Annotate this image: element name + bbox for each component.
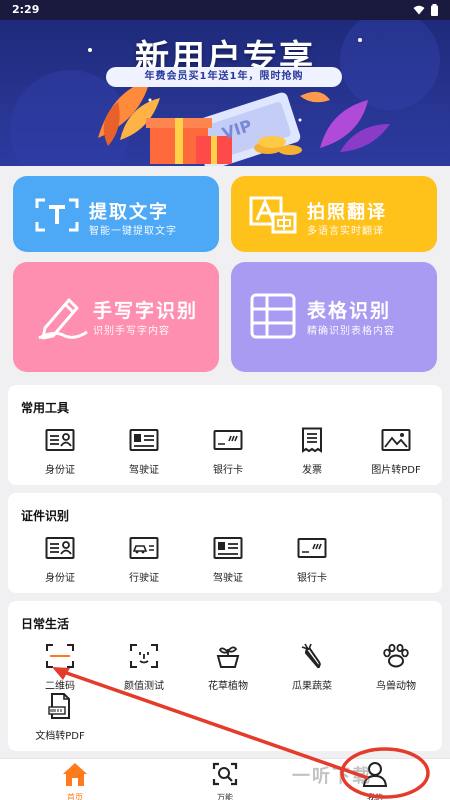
potted-plant-icon [216, 646, 240, 668]
tool-invoice[interactable]: 发票 [270, 427, 354, 476]
table-icon [250, 293, 296, 339]
section-title: 常用工具 [21, 401, 70, 415]
tool-id-card[interactable]: 身份证 [18, 427, 102, 476]
scan-frame-icon [46, 644, 74, 668]
tool-animals[interactable]: 鸟兽动物 [354, 643, 438, 692]
bottom-navigation: 首页 万能 我的 [0, 758, 450, 800]
nav-home[interactable]: 首页 [35, 761, 115, 800]
tool-label: 银行卡 [213, 465, 243, 476]
status-icons [413, 4, 438, 16]
pen-icon [38, 298, 88, 340]
banner-subtitle: 年费会员买1年送1年，限时抢购 [106, 67, 342, 87]
text-extract-icon [35, 198, 79, 232]
nav-label: 首页 [67, 793, 83, 800]
face-scan-icon [130, 644, 158, 668]
pdf-document-icon [48, 693, 70, 719]
tool-label: 驾驶证 [129, 465, 159, 476]
card-handwriting[interactable]: 手写字识别 识别手写字内容 [13, 262, 219, 372]
carrot-icon [301, 643, 321, 669]
tool-label: 颜值测试 [124, 681, 164, 692]
tool-bank-card[interactable]: 银行卡 [270, 535, 354, 584]
tool-label: 身份证 [45, 465, 75, 476]
vehicle-license-icon [129, 537, 159, 559]
nav-universal[interactable]: 万能 [185, 761, 265, 800]
tool-fruits-vegetables[interactable]: 瓜果蔬菜 [270, 643, 354, 692]
section-title: 证件识别 [21, 509, 70, 523]
tool-label: 身份证 [45, 573, 75, 584]
tool-label: 花草植物 [208, 681, 248, 692]
card-title: 提取文字 [89, 202, 169, 223]
tool-driver-license[interactable]: 驾驶证 [186, 535, 270, 584]
bank-card-icon [213, 430, 243, 450]
tool-label: 驾驶证 [213, 573, 243, 584]
bank-card-icon [297, 538, 327, 558]
card-subtitle: 精确识别表格内容 [307, 326, 395, 337]
invoice-icon [302, 427, 322, 453]
tool-vehicle-license[interactable]: 行驶证 [102, 535, 186, 584]
tool-label: 鸟兽动物 [376, 681, 416, 692]
tool-label: 图片转PDF [371, 465, 421, 476]
card-subtitle: 识别手写字内容 [93, 326, 170, 337]
tool-label: 行驶证 [129, 573, 159, 584]
wifi-icon [413, 5, 425, 15]
status-time: 2:29 [12, 3, 40, 16]
watermark: 一听下载 [292, 766, 372, 787]
tool-image-to-pdf[interactable]: 图片转PDF [354, 427, 438, 476]
card-extract-text[interactable]: 提取文字 智能一键提取文字 [13, 176, 219, 252]
nav-label: 我的 [367, 793, 383, 800]
nav-label: 万能 [217, 793, 233, 800]
promo-banner[interactable]: 新用户专享 年费会员买1年送1年，限时抢购 VIP [0, 20, 450, 166]
scan-icon [212, 762, 238, 786]
section-title: 日常生活 [21, 617, 70, 631]
tool-driver-license[interactable]: 驾驶证 [102, 427, 186, 476]
card-subtitle: 多语言实时翻译 [307, 226, 384, 237]
tool-label: 文档转PDF [35, 731, 85, 742]
card-title: 拍照翻译 [307, 202, 387, 223]
card-photo-translate[interactable]: 拍照翻译 多语言实时翻译 [231, 176, 437, 252]
photo-translate-icon [249, 196, 297, 234]
card-title: 手写字识别 [93, 300, 199, 322]
card-table-recognition[interactable]: 表格识别 精确识别表格内容 [231, 262, 437, 372]
driver-license-icon [129, 429, 159, 451]
tool-plants[interactable]: 花草植物 [186, 643, 270, 692]
id-card-icon [45, 429, 75, 451]
status-bar: 2:29 [0, 0, 450, 20]
id-card-icon [45, 537, 75, 559]
tool-bank-card[interactable]: 银行卡 [186, 427, 270, 476]
home-icon [63, 763, 87, 786]
tool-label: 发票 [302, 465, 322, 476]
tool-id-card[interactable]: 身份证 [18, 535, 102, 584]
tool-face-score[interactable]: 颜值测试 [102, 643, 186, 692]
section-common-tools: 常用工具 身份证 驾驶证 银行卡 发票 图片转PDF [8, 385, 442, 485]
card-title: 表格识别 [307, 300, 392, 322]
tool-label: 银行卡 [297, 573, 327, 584]
tool-qr-code[interactable]: 二维码 [18, 643, 102, 692]
card-subtitle: 智能一键提取文字 [89, 226, 177, 237]
section-daily-life: 日常生活 二维码 颜值测试 花草植物 瓜果蔬菜 鸟兽动物 文档转PDF [8, 601, 442, 751]
paw-icon [383, 643, 409, 668]
tool-label: 二维码 [45, 681, 75, 692]
tool-label: 瓜果蔬菜 [292, 681, 332, 692]
section-id-recognition: 证件识别 身份证 行驶证 驾驶证 银行卡 [8, 493, 442, 593]
driver-license-icon [213, 537, 243, 559]
battery-icon [431, 4, 438, 16]
image-to-pdf-icon [381, 429, 411, 451]
tool-document-to-pdf[interactable]: 文档转PDF [18, 693, 102, 742]
